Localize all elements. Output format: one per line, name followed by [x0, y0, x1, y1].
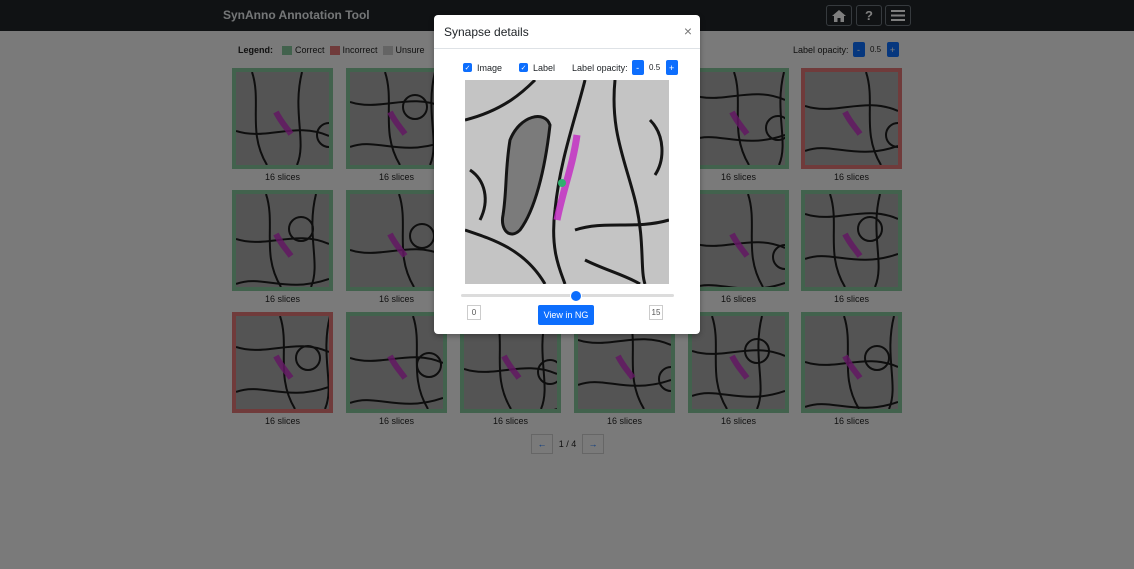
modal-header: Synapse details ×: [434, 15, 700, 49]
modal-opacity-decrease-button[interactable]: -: [631, 60, 644, 75]
slice-slider-handle[interactable]: [569, 290, 582, 302]
modal-opacity-increase-button[interactable]: +: [665, 60, 678, 75]
view-in-ng-button[interactable]: View in NG: [538, 305, 594, 325]
modal-opacity-value: 0.5: [649, 63, 661, 72]
modal-title: Synapse details: [444, 25, 529, 39]
image-checkbox-label: Image: [477, 62, 503, 73]
slider-max-label: 15: [649, 305, 663, 320]
image-checkbox[interactable]: ✓: [463, 63, 472, 72]
label-checkbox-label: Label: [533, 62, 556, 73]
close-icon[interactable]: ×: [684, 23, 692, 39]
slice-slider[interactable]: [461, 294, 674, 297]
synapse-details-modal: Synapse details × ✓ Image ✓ Label Label …: [434, 15, 700, 334]
label-checkbox[interactable]: ✓: [519, 63, 529, 72]
modal-controls: ✓ Image ✓ Label Label opacity: - 0.5 +: [463, 60, 678, 75]
synapse-image: [465, 80, 669, 284]
modal-opacity-text: Label opacity:: [572, 62, 628, 73]
slider-min-label: 0: [467, 305, 481, 320]
